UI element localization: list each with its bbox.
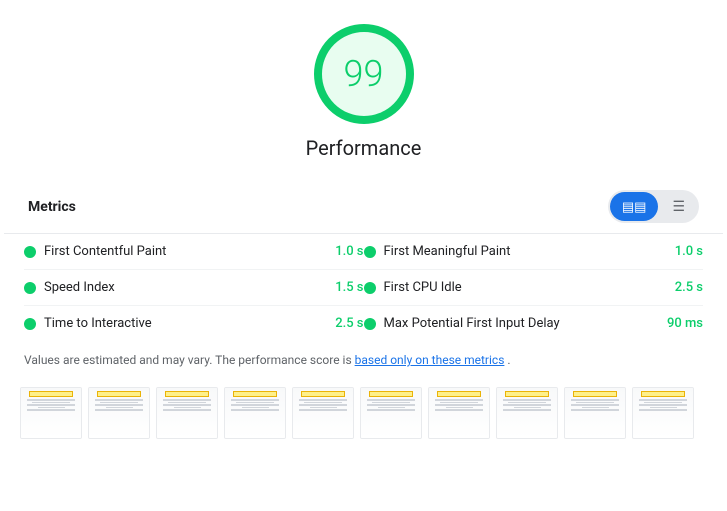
fcp-name: First Contentful Paint <box>44 244 311 259</box>
thumbnail-7 <box>428 387 490 439</box>
score-section: 99 Performance <box>0 0 727 180</box>
disclaimer-text-before: Values are estimated and may vary. The p… <box>24 353 355 367</box>
fcp-value: 1.0 s <box>319 244 364 259</box>
metric-row-mpfid: Max Potential First Input Delay 90 ms <box>364 306 704 341</box>
list-view-button[interactable]: ☰ <box>660 192 697 221</box>
thumbnail-8 <box>496 387 558 439</box>
fcp-dot <box>24 246 36 258</box>
fmp-dot <box>364 246 376 258</box>
view-toggle: ▤▤ ☰ <box>608 190 699 223</box>
tti-name: Time to Interactive <box>44 316 311 331</box>
thumbnail-10 <box>632 387 694 439</box>
metric-row-si: Speed Index 1.5 s <box>24 270 364 306</box>
grid-icon: ▤▤ <box>622 199 647 215</box>
metric-row-fcp: First Contentful Paint 1.0 s <box>24 234 364 270</box>
thumbnail-6 <box>360 387 422 439</box>
disclaimer-text-after: . <box>507 353 510 367</box>
thumbnail-1 <box>20 387 82 439</box>
si-dot <box>24 282 36 294</box>
metric-row-tti: Time to Interactive 2.5 s <box>24 306 364 341</box>
metric-row-fmp: First Meaningful Paint 1.0 s <box>364 234 704 270</box>
fci-value: 2.5 s <box>658 280 703 295</box>
si-name: Speed Index <box>44 280 311 295</box>
disclaimer: Values are estimated and may vary. The p… <box>0 341 727 379</box>
fci-dot <box>364 282 376 294</box>
thumbnails-section <box>0 379 727 447</box>
fci-name: First CPU Idle <box>384 280 651 295</box>
fmp-name: First Meaningful Paint <box>384 244 651 259</box>
score-value: 99 <box>344 53 384 95</box>
metrics-grid: First Contentful Paint 1.0 s First Meani… <box>0 234 727 341</box>
score-circle: 99 <box>314 24 414 124</box>
metric-row-fci: First CPU Idle 2.5 s <box>364 270 704 306</box>
list-icon: ☰ <box>672 198 685 215</box>
disclaimer-link[interactable]: based only on these metrics <box>355 353 505 367</box>
metrics-title: Metrics <box>28 199 76 215</box>
mpfid-name: Max Potential First Input Delay <box>384 316 651 331</box>
si-value: 1.5 s <box>319 280 364 295</box>
grid-view-button[interactable]: ▤▤ <box>610 192 659 221</box>
tti-dot <box>24 318 36 330</box>
metrics-header: Metrics ▤▤ ☰ <box>4 180 723 234</box>
thumbnail-3 <box>156 387 218 439</box>
mpfid-dot <box>364 318 376 330</box>
thumbnail-2 <box>88 387 150 439</box>
mpfid-value: 90 ms <box>658 316 703 331</box>
thumbnail-4 <box>224 387 286 439</box>
thumbnail-9 <box>564 387 626 439</box>
fmp-value: 1.0 s <box>658 244 703 259</box>
thumbnail-5 <box>292 387 354 439</box>
score-label: Performance <box>306 136 422 160</box>
tti-value: 2.5 s <box>319 316 364 331</box>
